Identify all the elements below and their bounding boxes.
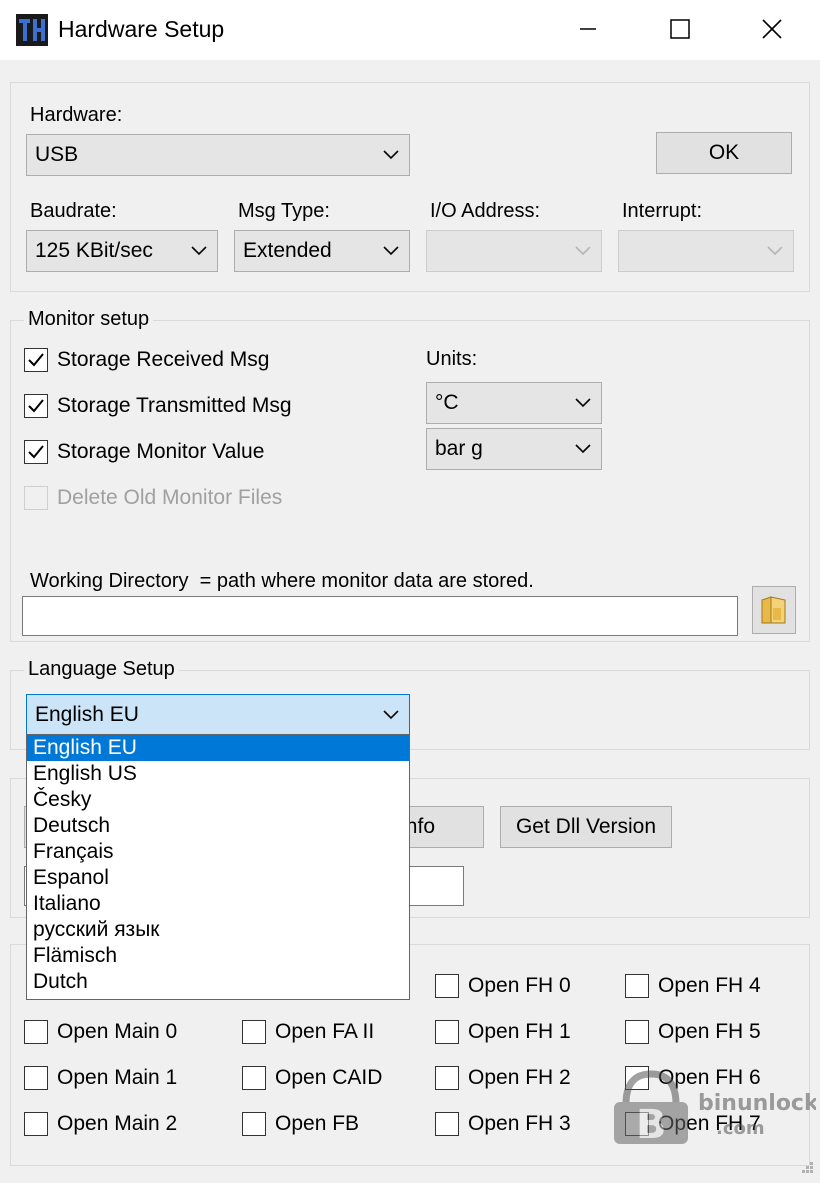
language-option[interactable]: English US: [27, 761, 409, 787]
checkbox-open-fb[interactable]: [242, 1112, 266, 1136]
chevron-down-icon: [181, 231, 217, 271]
interrupt-select: [618, 230, 794, 272]
checkbox-label: Storage Received Msg: [57, 348, 270, 371]
io-address-select: [426, 230, 602, 272]
checkbox-open-fh-0[interactable]: [435, 974, 459, 998]
ok-button[interactable]: OK: [656, 132, 792, 174]
checkbox-label: Open FH 1: [468, 1020, 571, 1043]
checkbox-label: Open FH 2: [468, 1066, 571, 1089]
checkbox-label: Open CAID: [275, 1066, 383, 1089]
checkbox-open-fh-3[interactable]: [435, 1112, 459, 1136]
browse-folder-button[interactable]: [752, 586, 796, 634]
window-title: Hardware Setup: [58, 16, 225, 42]
checkbox-label: Storage Monitor Value: [57, 440, 265, 463]
checkbox-label: Open Main 2: [57, 1112, 178, 1135]
resize-grip-icon[interactable]: [796, 1158, 816, 1178]
chevron-down-icon: [565, 383, 601, 423]
checkbox-storage-monitor-value[interactable]: [24, 440, 48, 464]
unit-temperature-value: °C: [435, 391, 459, 414]
checkmark-icon: [28, 399, 44, 413]
checkbox-storage-transmitted[interactable]: [24, 394, 48, 418]
checkbox-label: Delete Old Monitor Files: [57, 486, 283, 509]
watermark-logo: B binunlock .com: [606, 1064, 820, 1150]
get-dll-version-button[interactable]: Get Dll Version: [500, 806, 672, 848]
language-option[interactable]: Italiano: [27, 891, 409, 917]
monitor-group-label: Monitor setup: [24, 308, 154, 331]
checkbox-open-caid[interactable]: [242, 1066, 266, 1090]
unit-pressure-select[interactable]: bar g: [426, 428, 602, 470]
checkbox-label: Open FH 3: [468, 1112, 571, 1135]
language-dropdown-list[interactable]: English EU English US Česky Deutsch Fran…: [26, 734, 410, 1000]
language-value: English EU: [35, 703, 139, 726]
svg-text:B: B: [636, 1102, 667, 1148]
language-group-label: Language Setup: [24, 658, 179, 681]
maximize-icon: [670, 19, 690, 39]
hardware-select[interactable]: USB: [26, 134, 410, 176]
units-label: Units:: [426, 348, 478, 370]
working-directory-input[interactable]: [22, 596, 738, 636]
checkbox-label: Open FB: [275, 1112, 360, 1135]
hardware-value: USB: [35, 143, 79, 166]
checkbox-open-fh-1[interactable]: [435, 1020, 459, 1044]
checkbox-open-fa-ii[interactable]: [242, 1020, 266, 1044]
interrupt-label: Interrupt:: [622, 200, 703, 222]
checkbox-delete-old-files: [24, 486, 48, 510]
checkbox-open-main-0[interactable]: [24, 1020, 48, 1044]
unit-temperature-select[interactable]: °C: [426, 382, 602, 424]
msgtype-value: Extended: [243, 239, 332, 262]
language-select[interactable]: English EU: [26, 694, 410, 736]
checkbox-open-main-1[interactable]: [24, 1066, 48, 1090]
chevron-down-icon: [565, 429, 601, 469]
language-option[interactable]: Flämisch: [27, 943, 409, 969]
checkbox-open-fh-5[interactable]: [625, 1020, 649, 1044]
language-option[interactable]: Deutsch: [27, 813, 409, 839]
hardware-label: Hardware:: [30, 104, 123, 126]
folder-icon: [761, 596, 786, 624]
checkbox-open-fh-2[interactable]: [435, 1066, 459, 1090]
baudrate-select[interactable]: 125 KBit/sec: [26, 230, 218, 272]
chevron-down-icon: [373, 695, 409, 735]
language-option[interactable]: Français: [27, 839, 409, 865]
close-button[interactable]: [732, 6, 812, 52]
chevron-down-icon: [373, 231, 409, 271]
working-directory-label: Working Directory = path where monitor d…: [30, 570, 534, 592]
checkbox-label: Open Main 1: [57, 1066, 178, 1089]
maximize-button[interactable]: [640, 6, 720, 52]
msgtype-select[interactable]: Extended: [234, 230, 410, 272]
checkbox-label: Open FH 5: [658, 1020, 761, 1043]
minimize-icon: [580, 28, 596, 30]
checkbox-label: Open Main 0: [57, 1020, 178, 1043]
baudrate-label: Baudrate:: [30, 200, 117, 222]
unit-pressure-value: bar g: [435, 437, 483, 460]
baudrate-value: 125 KBit/sec: [35, 239, 153, 262]
checkmark-icon: [28, 445, 44, 459]
checkbox-label: Storage Transmitted Msg: [57, 394, 292, 417]
checkbox-label: Open FA II: [275, 1020, 375, 1043]
chevron-down-icon: [757, 231, 793, 271]
checkbox-label: Open FH 0: [468, 974, 571, 997]
minimize-button[interactable]: [548, 6, 628, 52]
checkmark-icon: [28, 353, 44, 367]
io-address-label: I/O Address:: [430, 200, 541, 222]
language-option[interactable]: русский язык: [27, 917, 409, 943]
close-icon: [762, 19, 782, 39]
checkbox-label: Open FH 4: [658, 974, 761, 997]
chevron-down-icon: [565, 231, 601, 271]
checkbox-open-fh-4[interactable]: [625, 974, 649, 998]
chevron-down-icon: [373, 135, 409, 175]
checkbox-open-main-2[interactable]: [24, 1112, 48, 1136]
checkbox-storage-received[interactable]: [24, 348, 48, 372]
msgtype-label: Msg Type:: [238, 200, 330, 222]
language-option[interactable]: Česky: [27, 787, 409, 813]
svg-text:binunlock: binunlock: [698, 1091, 816, 1116]
language-option[interactable]: English EU: [27, 735, 409, 761]
language-option[interactable]: Dutch: [27, 969, 409, 995]
svg-text:.com: .com: [716, 1118, 765, 1139]
app-icon: [16, 14, 48, 46]
language-option[interactable]: Espanol: [27, 865, 409, 891]
